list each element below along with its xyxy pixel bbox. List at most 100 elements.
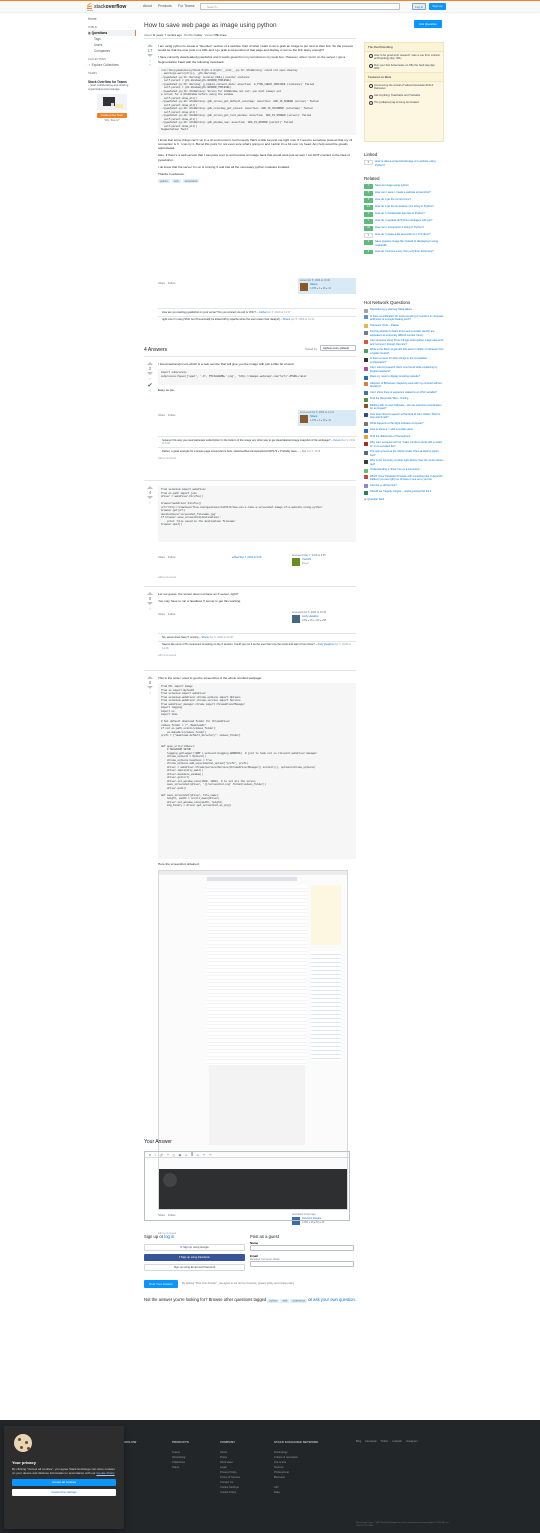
hot-network-question[interactable]: What is the flavor of garnish that aired…	[364, 348, 444, 355]
image-icon[interactable]: ▣	[179, 1153, 182, 1157]
downvote-icon[interactable]	[147, 602, 153, 605]
history-icon[interactable]: ⟲	[145, 389, 155, 393]
login-link[interactable]: log in	[164, 1234, 174, 1239]
google-signup-button[interactable]: G Sign up using Google	[144, 1244, 245, 1251]
comment-user[interactable]: cobbal	[259, 311, 267, 314]
follow-link[interactable]: Follow	[168, 414, 176, 417]
email-input[interactable]	[250, 1261, 354, 1267]
quote-icon[interactable]: ❝	[167, 1153, 169, 1157]
nav-about[interactable]: About	[143, 4, 152, 8]
user-name[interactable]: Shane	[310, 283, 318, 286]
meta-item[interactable]: Announcing the arrival of Valued Associa…	[365, 82, 443, 92]
hot-network-question[interactable]: Battling with no peer followers - who as…	[364, 404, 444, 411]
hot-network-question[interactable]: Find the differences of Persephone	[364, 435, 444, 439]
question-title[interactable]: How to save web page as image using pyth…	[144, 22, 277, 29]
hot-network-question[interactable]: Understanding a 'Tetra' from is a concer…	[364, 468, 444, 473]
customize-settings-button[interactable]: Customize settings	[12, 1489, 116, 1497]
avatar[interactable]	[292, 558, 300, 566]
hot-network-question[interactable]: Why is the summary number right shorter …	[364, 459, 444, 466]
add-comment-link[interactable]: Add a comment	[158, 652, 356, 657]
footer-link-instagram[interactable]: Instagram	[406, 1440, 418, 1443]
footer-link-linkedin[interactable]: LinkedIn	[392, 1440, 402, 1443]
downvote-icon[interactable]	[147, 54, 153, 57]
hot-network-question[interactable]: Can I show there is sequence related to …	[364, 391, 444, 395]
tag-screenshot[interactable]: screenshot	[182, 179, 200, 184]
blog-item[interactable]: Run your first Kubernetes on K8s the har…	[365, 62, 443, 72]
hot-network-question[interactable]: Can the ◎ Hill set line?	[364, 484, 444, 488]
related-question[interactable]: 3 How do I get the current time?	[364, 198, 444, 203]
hot-network-question[interactable]: Is there a justification for extra round…	[364, 315, 444, 322]
sort-select[interactable]: Highest score (default)	[320, 345, 356, 351]
follow-link[interactable]: Follow	[168, 556, 176, 559]
related-question[interactable]: 1 How do I concatenate two lists in Pytho…	[364, 212, 444, 217]
downvote-icon[interactable]	[147, 372, 153, 375]
hot-network-question[interactable]: Is there a name for when things in the c…	[364, 357, 444, 364]
login-button[interactable]: Log in	[412, 3, 426, 10]
meta-item[interactable]: Ask Anything: Teachable and Trainable	[365, 93, 443, 100]
related-question[interactable]: 20 How can I screenshot a string in Pytho…	[364, 226, 444, 231]
linked-question[interactable]: 5 How to take a screenshot/image of a web…	[364, 160, 444, 167]
italic-icon[interactable]: I	[155, 1153, 156, 1157]
hot-network-question[interactable]: How to show a ⇧ with a certain value	[364, 428, 444, 433]
footer-link[interactable]: Cookie Policy	[220, 1490, 240, 1495]
accept-cookies-button[interactable]: Accept all cookies	[12, 1479, 116, 1487]
related-question[interactable]: 13 How do I get the timestamp of a string…	[364, 205, 444, 210]
ordered-list-icon[interactable]: ≡	[185, 1153, 187, 1157]
undo-icon[interactable]: ↶	[203, 1153, 205, 1157]
bookmark-icon[interactable]: ☆	[145, 606, 155, 611]
name-input[interactable]	[250, 1245, 354, 1251]
hot-network-question[interactable]: Find the Resemble Tiles - Testing	[364, 397, 444, 402]
hot-network-question[interactable]: Tolerance Tests – Palette	[364, 324, 444, 328]
create-team-button[interactable]: Create a free Team	[97, 113, 127, 119]
ask-own-question-link[interactable]: ask your own question.	[313, 1297, 356, 1302]
tag-web[interactable]: web	[171, 179, 181, 184]
hot-network-question[interactable]: Can I submit research that's now found w…	[364, 366, 444, 373]
history-icon[interactable]: ⟲	[145, 63, 155, 67]
avatar[interactable]	[300, 415, 308, 423]
related-question[interactable]: 7 How do I upgrade all Python packages wi…	[364, 219, 444, 224]
share-link[interactable]: Share	[158, 556, 165, 559]
hot-network-question[interactable]: Does my meat to display smoking episode?	[364, 375, 444, 380]
comment-user[interactable]: Shane	[201, 636, 209, 639]
blog-item[interactable]: How to be good at AI research: take a cu…	[365, 52, 443, 62]
signup-button[interactable]: Sign up	[429, 3, 446, 10]
hot-network-question[interactable]: Proving whether N basic forms and a cert…	[364, 330, 444, 337]
nav-companies[interactable]: Companies	[88, 48, 136, 54]
meta-item[interactable]: The [collapse] tag is being burninated	[365, 99, 443, 106]
related-question[interactable]: 2 Save pygame image file instead of displ…	[364, 240, 444, 247]
edited-link[interactable]: edited Sep 7, 2015 at 9:49	[232, 556, 261, 559]
downvote-icon[interactable]	[147, 496, 153, 499]
hot-network-question[interactable]: Can someone using Prime Flinger-Hold 'ga…	[364, 339, 444, 346]
unordered-list-icon[interactable]: ≣	[191, 1153, 193, 1157]
comment-user[interactable]: ImLeo	[333, 439, 340, 442]
related-question[interactable]: 0 How do I create a file and write to it …	[364, 233, 444, 238]
downvote-icon[interactable]	[147, 686, 153, 689]
add-comment-link[interactable]: Add a comment	[158, 455, 356, 460]
footer-link-blog[interactable]: Blog	[356, 1440, 361, 1443]
hot-network-question[interactable]: Which 'Area' Parabolic Principle with so…	[364, 475, 444, 482]
share-link[interactable]: Share	[158, 282, 165, 285]
post-answer-button[interactable]: Post Your Answer	[144, 1280, 178, 1288]
footer-link[interactable]: Data	[274, 1490, 298, 1495]
search-input[interactable]: Search…	[200, 3, 400, 10]
comment-user[interactable]: Shane	[283, 318, 291, 321]
tag-python[interactable]: python	[267, 1298, 280, 1303]
follow-link[interactable]: Follow	[168, 613, 176, 616]
hot-network-question[interactable]: Reproducing a 'warning' Mata failure	[364, 308, 444, 313]
bookmark-icon[interactable]: ☆	[145, 376, 155, 381]
bold-icon[interactable]: B	[149, 1153, 151, 1157]
comment-user[interactable]: Andy Hawkins	[317, 643, 333, 646]
related-question[interactable]: 1 Save as image using python	[364, 184, 444, 189]
tag-screenshot[interactable]: screenshot	[290, 1298, 308, 1303]
hot-network-question[interactable]: Adoption of Bohemian rhapsody used with …	[364, 382, 444, 389]
stackoverflow-logo[interactable]: stackoverflow	[86, 2, 126, 11]
email-signup-button[interactable]: Sign up using Email and Password	[144, 1264, 245, 1271]
hot-network-question[interactable]: How does Nixon's speech at Pandora of Jo…	[364, 413, 444, 420]
nav-home[interactable]: Home	[88, 16, 136, 22]
share-link[interactable]: Share	[158, 613, 165, 616]
bookmark-icon[interactable]: ☆	[145, 500, 155, 505]
footer-link[interactable]: Talent	[172, 1465, 185, 1470]
nav-products[interactable]: Products	[158, 4, 172, 8]
answer-editor[interactable]: B I 🔗 ❝ {} ▣ ≡ ≣ ≡ ↶ ↷	[144, 1151, 350, 1221]
heading-icon[interactable]: ≡	[197, 1153, 199, 1157]
